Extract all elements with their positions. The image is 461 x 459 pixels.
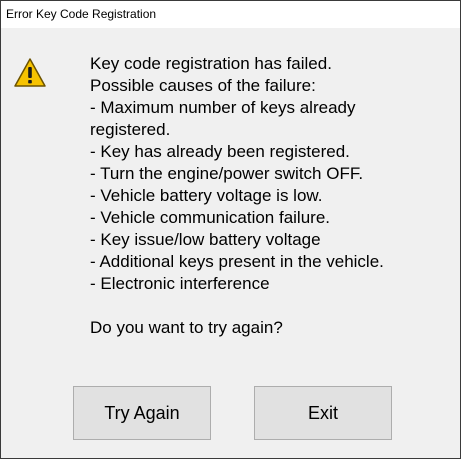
message-line: Key code registration has failed. — [90, 54, 332, 73]
message-line: - Key issue/low battery voltage — [90, 230, 321, 249]
error-dialog-window: Error Key Code Registration Key code reg… — [0, 0, 461, 459]
title-bar[interactable]: Error Key Code Registration — [1, 1, 460, 28]
message-line: - Key has already been registered. — [90, 142, 350, 161]
message-line: - Maximum number of keys already — [90, 98, 356, 117]
exit-button[interactable]: Exit — [254, 386, 392, 440]
try-again-button[interactable]: Try Again — [73, 386, 211, 440]
message-line: Possible causes of the failure: — [90, 76, 316, 95]
message-line: - Additional keys present in the vehicle… — [90, 252, 384, 271]
message-line: - Turn the engine/power switch OFF. — [90, 164, 364, 183]
message-line: registered. — [90, 120, 171, 139]
message-line: - Electronic interference — [90, 274, 270, 293]
message-line: - Vehicle communication failure. — [90, 208, 331, 227]
retry-question: Do you want to try again? — [90, 318, 283, 337]
warning-icon — [14, 58, 46, 87]
message-line: - Vehicle battery voltage is low. — [90, 186, 323, 205]
error-message: Key code registration has failed. Possib… — [90, 53, 452, 295]
window-title: Error Key Code Registration — [6, 7, 157, 21]
